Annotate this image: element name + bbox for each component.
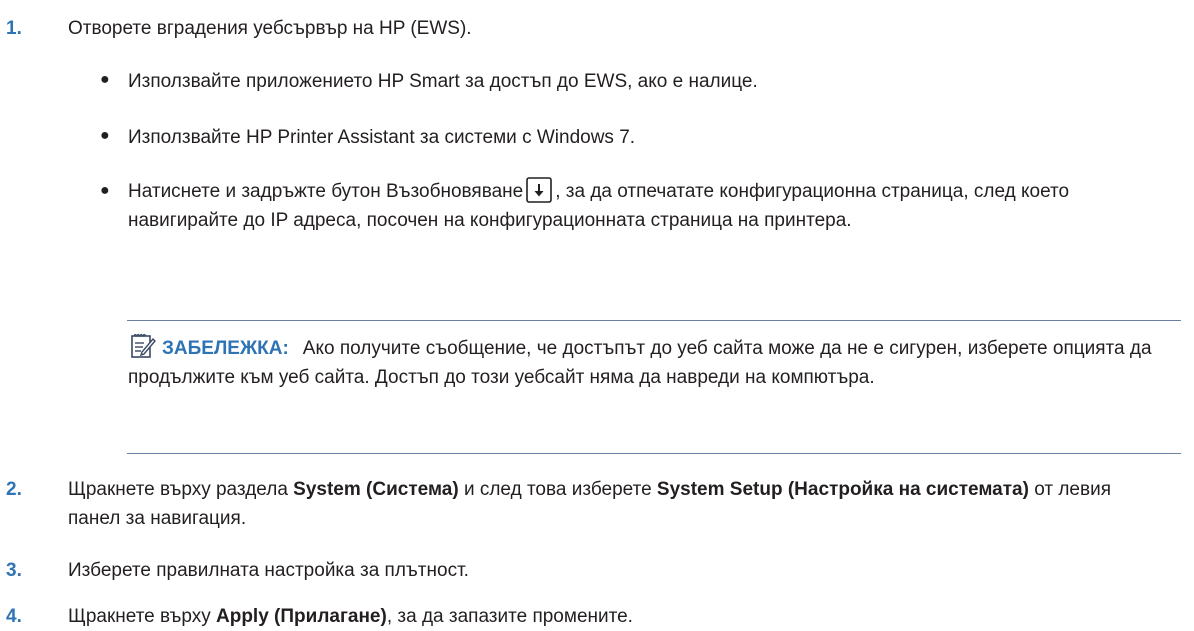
step-4-number: 4.: [6, 606, 22, 627]
step-4-text: Щракнете върху Apply (Прилагане), за да …: [68, 602, 1168, 631]
bullet-2-text: Използвайте HP Printer Assistant за сист…: [128, 127, 636, 148]
step-3-number: 3.: [6, 560, 22, 581]
step-2-bold-system-setup: System Setup (Настройка на системата): [656, 479, 1029, 500]
step-4-bold-apply: Apply (Прилагане): [216, 606, 387, 627]
bullet-3-text: Натиснете и задръжте бутон Възобновяване…: [128, 177, 1168, 235]
step-1-number: 1.: [6, 18, 22, 39]
step-2-number: 2.: [6, 479, 22, 500]
resume-button-icon: [526, 177, 553, 203]
step-4-text-b: , за да запазите промените.: [386, 606, 633, 627]
bullet-2-symbol: ●: [100, 127, 110, 144]
step-2-text-b: и след това изберете: [458, 479, 657, 500]
bullet-1-symbol: ●: [100, 71, 110, 88]
step-2-text: Щракнете върху раздела System (Система) …: [68, 475, 1168, 533]
bullet-3-symbol: ●: [100, 182, 110, 199]
note-label: ЗАБЕЛЕЖКА:: [162, 338, 289, 359]
step-3-text: Изберете правилната настройка за плътнос…: [68, 560, 469, 581]
bullet-1-text: Използвайте приложението HP Smart за дос…: [128, 71, 758, 92]
step-2-text-a: Щракнете върху раздела: [68, 479, 294, 500]
step-1-text: Отворете вградения уебсървър на HP (EWS)…: [68, 18, 472, 39]
note-bottom-rule: [127, 453, 1181, 454]
note-top-rule: [127, 320, 1181, 321]
step-4-text-a: Щракнете върху: [68, 606, 216, 627]
step-2-bold-system: System (Система): [293, 479, 459, 500]
note-body: ЗАБЕЛЕЖКА: Ако получите съобщение, че дос…: [128, 334, 1178, 392]
bullet-3-text-start: Натиснете и задръжте бутон Възобновяване: [128, 181, 524, 202]
